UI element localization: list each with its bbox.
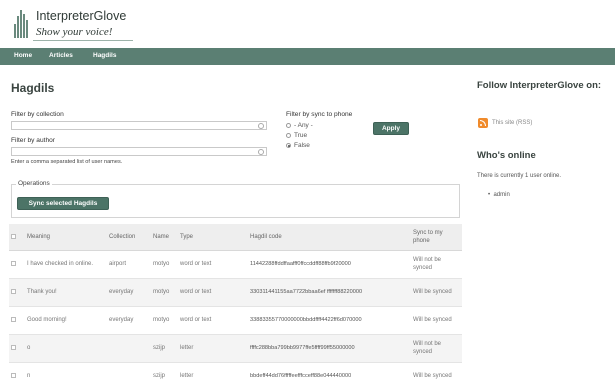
cell-hagdil-code: ffffc288bba799bb9977ffe5ffff99ff55000000	[248, 334, 411, 363]
cell-collection: everyday	[107, 306, 151, 335]
row-checkbox[interactable]	[11, 288, 16, 294]
site-header: InterpreterGlove Show your voice!	[0, 0, 615, 48]
column-header-type[interactable]: Type	[178, 224, 248, 251]
select-all-cell[interactable]	[9, 224, 25, 251]
whos-online-title: Who's online	[477, 150, 536, 161]
cell-meaning: o	[25, 334, 107, 363]
cell-meaning: n	[25, 362, 107, 382]
cell-sync: Will be synced	[411, 362, 462, 382]
site-slogan: Show your voice!	[36, 26, 113, 38]
cell-type: word or text	[178, 250, 248, 279]
follow-title: Follow InterpreterGlove on:	[477, 80, 602, 91]
column-header-sync[interactable]: Sync to my phone	[411, 224, 462, 251]
table-row: Thank you! everyday motyo word or text 3…	[9, 278, 462, 307]
cell-name: szijp	[151, 334, 178, 363]
glove-logo-icon[interactable]	[14, 8, 30, 38]
sync-option-false[interactable]: False	[286, 142, 310, 149]
sync-option-label: - Any -	[294, 122, 313, 129]
cell-meaning: Good morning!	[25, 306, 107, 335]
filter-collection-input[interactable]	[11, 121, 267, 130]
column-header-hagdil-code[interactable]: Hagdil code	[248, 224, 411, 251]
cell-type: letter	[178, 334, 248, 363]
nav-item-home[interactable]: Home	[14, 52, 32, 59]
nav-item-hagdils[interactable]: Hagdils	[93, 52, 116, 59]
column-header-name[interactable]: Name	[151, 224, 178, 251]
cell-collection: everyday	[107, 278, 151, 307]
column-header-meaning[interactable]: Meaning	[25, 224, 107, 251]
rss-link[interactable]: This site (RSS)	[492, 120, 532, 126]
table-row: I have checked in online. airport motyo …	[9, 250, 462, 279]
autocomplete-throbber-icon	[258, 149, 264, 155]
hagdils-table: Meaning Collection Name Type Hagdil code…	[9, 224, 462, 382]
cell-collection	[107, 362, 151, 382]
cell-sync: Will not be synced	[411, 250, 462, 279]
autocomplete-throbber-icon	[258, 123, 264, 129]
filter-sync-label: Filter by sync to phone	[286, 111, 353, 118]
filter-author-description: Enter a comma separated list of user nam…	[11, 159, 123, 165]
cell-sync: Will not be synced	[411, 334, 462, 363]
cell-type: word or text	[178, 278, 248, 307]
page-title: Hagdils	[11, 81, 55, 95]
sync-option-label: False	[294, 142, 310, 149]
cell-type: letter	[178, 362, 248, 382]
cell-sync: Will be synced	[411, 278, 462, 307]
cell-name: szijp	[151, 362, 178, 382]
cell-hagdil-code: 11442288ffddffaafff0ffccddff88ffb9f20000	[248, 250, 411, 279]
rss-icon[interactable]	[478, 118, 488, 128]
radio-checked-icon[interactable]	[286, 142, 291, 148]
site-name[interactable]: InterpreterGlove	[36, 9, 126, 23]
cell-name: motyo	[151, 250, 178, 279]
online-count-text: There is currently 1 user online.	[477, 173, 562, 179]
cell-collection: airport	[107, 250, 151, 279]
cell-name: motyo	[151, 278, 178, 307]
table-row: n szijp letter bbdeff44dd76fffffeefffcce…	[9, 362, 462, 382]
row-checkbox[interactable]	[11, 316, 16, 322]
cell-hagdil-code: bbdeff44dd76fffffeefffcceff88e044440000	[248, 362, 411, 382]
filter-author-label: Filter by author	[11, 137, 55, 144]
cell-type: word or text	[178, 306, 248, 335]
cell-name: motyo	[151, 306, 178, 335]
row-checkbox[interactable]	[11, 260, 16, 266]
cell-meaning: I have checked in online.	[25, 250, 107, 279]
cell-collection	[107, 334, 151, 363]
online-user-item[interactable]: • admin	[488, 192, 510, 198]
sync-selected-button[interactable]: Sync selected Hagdils	[17, 197, 109, 210]
table-header-row: Meaning Collection Name Type Hagdil code…	[9, 224, 462, 251]
nav-item-articles[interactable]: Articles	[49, 52, 73, 59]
cell-sync: Will be synced	[411, 306, 462, 335]
main-nav: Home Articles Hagdils	[0, 48, 615, 65]
checkbox-icon[interactable]	[11, 233, 16, 239]
sync-option-label: True	[294, 132, 308, 139]
cell-hagdil-code: 33883355770000000bbddffff4422ff6d070000	[248, 306, 411, 335]
slogan-underline	[33, 40, 133, 41]
table-row: Good morning! everyday motyo word or tex…	[9, 306, 462, 335]
radio-icon[interactable]	[286, 132, 291, 138]
table-row: o szijp letter ffffc288bba799bb9977ffe5f…	[9, 334, 462, 363]
filter-author-input[interactable]	[11, 147, 267, 156]
column-header-collection[interactable]: Collection	[107, 224, 151, 251]
row-checkbox[interactable]	[11, 372, 16, 378]
row-checkbox[interactable]	[11, 344, 16, 350]
online-user-name[interactable]: admin	[493, 192, 509, 198]
radio-icon[interactable]	[286, 122, 291, 128]
apply-button[interactable]: Apply	[373, 122, 409, 135]
filter-collection-label: Filter by collection	[11, 111, 64, 118]
operations-legend: Operations	[16, 180, 52, 187]
sync-option-any[interactable]: - Any -	[286, 122, 313, 129]
cell-hagdil-code: 330311441155aa7722bbaa6ef fffffff8822000…	[248, 278, 411, 307]
cell-meaning: Thank you!	[25, 278, 107, 307]
sync-option-true[interactable]: True	[286, 132, 307, 139]
